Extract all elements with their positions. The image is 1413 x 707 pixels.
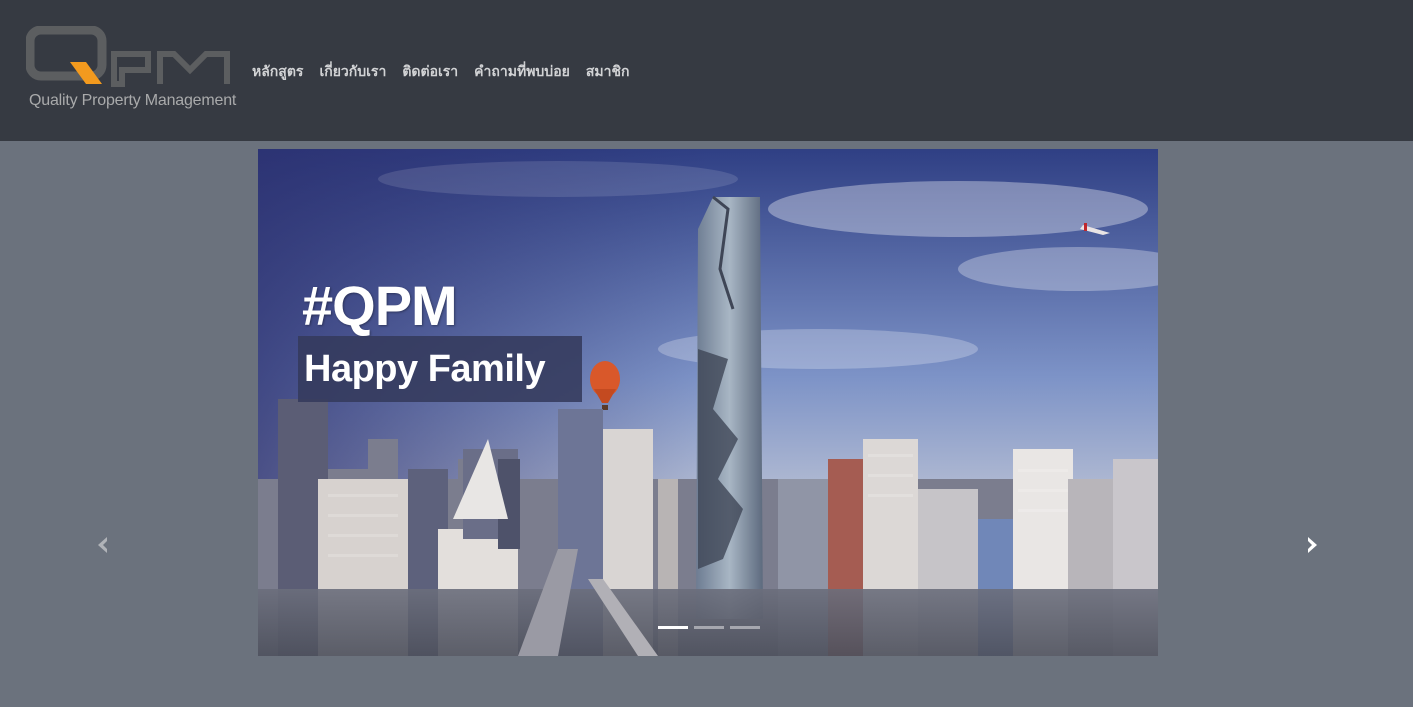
slide-caption-box: Happy Family bbox=[298, 336, 582, 402]
nav-item-contact-us[interactable]: ติดต่อเรา bbox=[402, 61, 458, 83]
carousel-next-button[interactable] bbox=[1300, 533, 1324, 557]
carousel-indicators bbox=[658, 626, 760, 629]
logo-tagline: Quality Property Management bbox=[29, 92, 237, 109]
nav-item-faq[interactable]: คำถามที่พบบ่อย bbox=[474, 61, 570, 83]
city-skyline-image bbox=[258, 149, 1158, 656]
top-navbar: Quality Property Management หลักสูตร เกี… bbox=[0, 0, 1413, 141]
nav-item-members[interactable]: สมาชิก bbox=[586, 61, 630, 83]
carousel-indicator-2[interactable] bbox=[694, 626, 724, 629]
carousel-indicator-3[interactable] bbox=[730, 626, 760, 629]
hero-carousel: #QPM Happy Family bbox=[0, 141, 1413, 707]
main-nav: หลักสูตร เกี่ยวกับเรา ติดต่อเรา คำถามที่… bbox=[252, 60, 629, 84]
nav-item-about-us[interactable]: เกี่ยวกับเรา bbox=[319, 61, 386, 83]
slide-caption: Happy Family bbox=[304, 348, 546, 390]
chevron-right-icon bbox=[1308, 537, 1317, 553]
carousel-slide[interactable]: #QPM Happy Family bbox=[258, 149, 1158, 656]
carousel-prev-button[interactable] bbox=[91, 533, 115, 557]
nav-item-courses[interactable]: หลักสูตร bbox=[252, 61, 303, 83]
slide-hashtag: #QPM bbox=[302, 274, 458, 337]
carousel-indicator-1[interactable] bbox=[658, 626, 688, 629]
chevron-left-icon bbox=[98, 537, 107, 553]
qpm-logo[interactable]: Quality Property Management bbox=[26, 26, 236, 116]
qpm-logo-mark bbox=[26, 26, 230, 87]
